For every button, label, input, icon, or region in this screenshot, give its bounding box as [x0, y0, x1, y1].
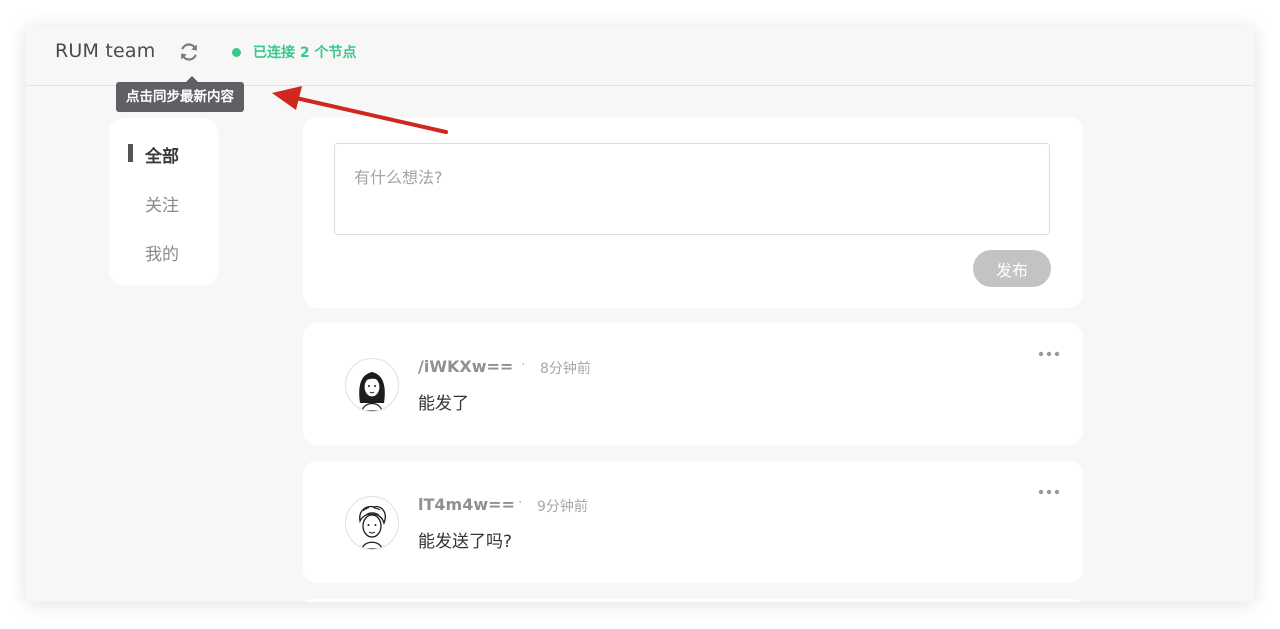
author-avatar[interactable]: [345, 496, 399, 550]
post-input[interactable]: [334, 143, 1050, 235]
sync-button[interactable]: [178, 41, 200, 63]
sidebar-item-following[interactable]: 关注: [145, 191, 179, 216]
sync-tooltip-text: 点击同步最新内容: [126, 89, 234, 105]
more-dots-icon: [1038, 351, 1060, 357]
man-avatar-icon: [359, 505, 386, 549]
post-time: 9分钟前: [537, 499, 588, 515]
active-indicator: [128, 144, 133, 162]
meta-separator: ·: [518, 495, 523, 511]
meta-separator: ·: [521, 357, 526, 373]
tooltip-caret: [186, 76, 198, 82]
post-menu-button[interactable]: [1037, 346, 1061, 362]
top-header: RUM team 已连接 2 个节点: [26, 26, 1254, 86]
post-card: /iWKXw== · 8分钟前 能发了: [303, 323, 1083, 445]
app-window: RUM team 已连接 2 个节点 点击同步最新内容 全部 关注 我的 发布: [26, 26, 1254, 602]
status-dot-icon: [232, 47, 241, 57]
post-author[interactable]: /iWKXw==: [418, 357, 513, 376]
more-dots-icon: [1038, 489, 1060, 495]
post-card: lT4m4w== · 9分钟前 能发送了吗?: [303, 461, 1083, 583]
post-composer: 发布: [303, 117, 1083, 308]
feed-filter-sidebar: 全部 关注 我的: [109, 118, 218, 285]
woman-avatar-icon: [359, 372, 385, 411]
sync-tooltip: 点击同步最新内容: [116, 76, 244, 112]
post-content: 能发了: [418, 394, 469, 414]
post-time: 8分钟前: [540, 361, 591, 377]
post-content: 能发送了吗?: [418, 532, 513, 552]
group-title: RUM team: [55, 40, 156, 62]
post-menu-button[interactable]: [1037, 484, 1061, 500]
post-card-partial: [303, 599, 1083, 602]
connection-status: 已连接 2 个节点: [232, 42, 357, 62]
author-avatar[interactable]: [345, 358, 399, 412]
publish-button[interactable]: 发布: [973, 250, 1051, 287]
refresh-icon: [181, 43, 197, 61]
sidebar-item-all[interactable]: 全部: [145, 142, 179, 167]
post-author[interactable]: lT4m4w==: [418, 495, 515, 514]
connection-status-text: 已连接 2 个节点: [253, 45, 357, 61]
sidebar-item-mine[interactable]: 我的: [145, 240, 179, 265]
